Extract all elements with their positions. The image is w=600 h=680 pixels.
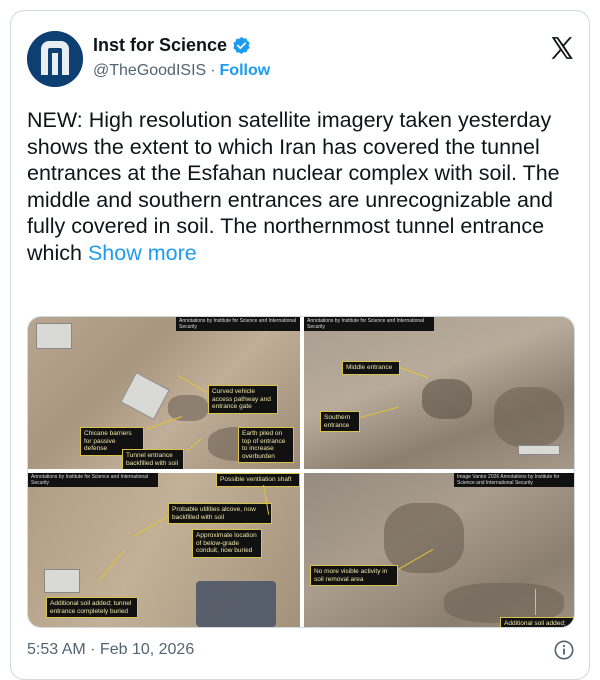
tweet-media[interactable]: Annotations by Institute for Science and… (27, 316, 575, 628)
annotation-label: Additional soil added; tunnel (500, 617, 574, 627)
satellite-image-panel-1[interactable]: Annotations by Institute for Science and… (28, 317, 300, 469)
separator-dot: · (210, 62, 216, 79)
building (44, 569, 80, 593)
image-attribution: Annotations by Institute for Science and… (176, 317, 300, 331)
follow-button[interactable]: Follow (220, 62, 271, 80)
author-handle[interactable]: @TheGoodISIS (93, 62, 206, 80)
avatar[interactable] (27, 31, 83, 87)
building (518, 445, 560, 455)
annotation-line (535, 589, 536, 615)
annotation-line (177, 375, 208, 393)
annotation-label: No more visible activity in soil removal… (310, 565, 398, 586)
annotation-label: Curved vehicle access pathway and entran… (208, 385, 278, 414)
annotation-line (132, 516, 168, 537)
verified-badge-icon (232, 36, 251, 55)
building (36, 323, 72, 349)
info-icon[interactable] (553, 639, 575, 661)
tweet-card: Inst for Science @TheGoodISIS · Follow N… (10, 10, 590, 680)
author-name[interactable]: Inst for Science (93, 35, 227, 56)
annotation-label: Probable utilities alcove, now backfille… (168, 503, 272, 524)
annotation-label: Approximate location of below-grade cond… (192, 529, 262, 558)
annotation-label: Southern entrance (320, 411, 360, 432)
x-logo-icon[interactable] (549, 35, 575, 61)
show-more-link[interactable]: Show more (88, 241, 197, 265)
author-name-row: Inst for Science (93, 35, 251, 56)
annotation-line (98, 550, 125, 582)
annotation-line (399, 367, 429, 379)
satellite-image-panel-2[interactable]: Annotations by Institute for Science and… (304, 317, 574, 469)
tweet-text: NEW: High resolution satellite imagery t… (27, 107, 579, 266)
image-attribution: Image Vantor 2026 Annotations by Institu… (454, 473, 574, 487)
terrain (168, 395, 208, 421)
image-attribution: Annotations by Institute for Science and… (304, 317, 434, 331)
annotation-label: Additional soil added; tunnel entrance c… (46, 597, 138, 618)
annotation-label: Tunnel entrance backfilled with soil (122, 449, 184, 469)
satellite-image-panel-3[interactable]: Annotations by Institute for Science and… (28, 473, 300, 627)
annotation-label: Earth piled on top of entrance to increa… (238, 427, 294, 463)
isis-logo-icon (27, 31, 83, 87)
terrain (422, 379, 472, 419)
tweet-footer: 5:53 AM · Feb 10, 2026 (27, 639, 575, 663)
media-divider (28, 469, 574, 473)
annotation-label: Middle entrance (342, 361, 400, 375)
terrain (384, 503, 464, 573)
image-attribution: Annotations by Institute for Science and… (28, 473, 158, 487)
timestamp-link[interactable]: 5:53 AM · Feb 10, 2026 (27, 641, 194, 659)
annotation-line (360, 406, 399, 418)
annotation-line (186, 438, 202, 452)
satellite-image-panel-4[interactable]: Image Vantor 2026 Annotations by Institu… (304, 473, 574, 627)
handle-row: @TheGoodISIS · Follow (93, 62, 270, 80)
inset-image (196, 581, 276, 627)
annotation-label: Possible ventilation shaft (216, 473, 300, 487)
terrain (494, 387, 564, 447)
building (120, 372, 170, 420)
tweet-header: Inst for Science @TheGoodISIS · Follow (27, 31, 575, 91)
